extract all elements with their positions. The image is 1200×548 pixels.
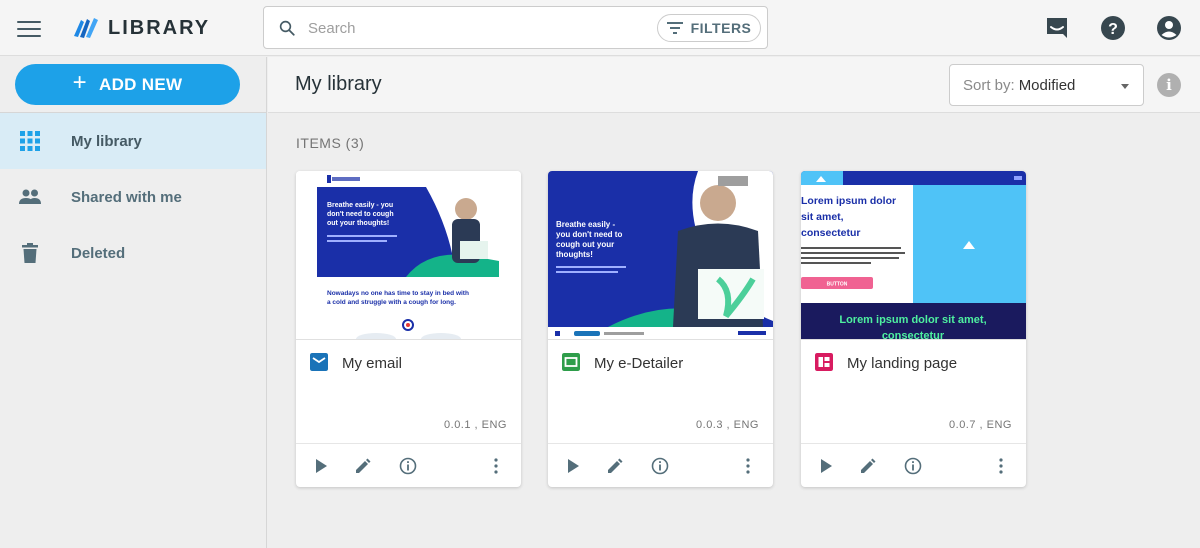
svg-text:?: ? xyxy=(1108,21,1118,38)
search-icon[interactable] xyxy=(278,19,296,37)
edetailer-preview-image: Breathe easily - you don't need to cough… xyxy=(548,171,773,339)
sidebar-item-shared-with-me[interactable]: Shared with me xyxy=(0,169,266,225)
info-icon[interactable] xyxy=(399,457,417,475)
card-title: My email xyxy=(342,355,403,372)
edit-icon[interactable] xyxy=(859,457,877,475)
card-title: My landing page xyxy=(847,355,958,372)
library-logo-icon xyxy=(74,18,98,38)
svg-text:sit amet,: sit amet, xyxy=(801,211,844,223)
messages-icon[interactable] xyxy=(1044,15,1070,41)
chevron-down-icon xyxy=(1121,84,1129,89)
email-icon xyxy=(310,353,328,371)
sidebar-item-label: Deleted xyxy=(71,244,126,262)
sidebar-item-deleted[interactable]: Deleted xyxy=(0,225,266,281)
svg-text:Lorem ipsum dolor sit amet,: Lorem ipsum dolor sit amet, xyxy=(839,314,986,326)
main-header: My library Sort by: Modified i xyxy=(268,57,1200,113)
card-title: My e-Detailer xyxy=(594,355,684,372)
edit-icon[interactable] xyxy=(606,457,624,475)
svg-text:thoughts!: thoughts! xyxy=(556,250,593,259)
landing-page-icon xyxy=(815,353,833,371)
svg-text:out your thoughts!: out your thoughts! xyxy=(327,220,389,227)
svg-text:Lorem ipsum dolor: Lorem ipsum dolor xyxy=(801,195,896,207)
trash-icon xyxy=(22,243,38,263)
card-version-language: 0.0.7 , ENG xyxy=(949,419,1012,431)
library-card-landing-page[interactable]: Lorem ipsum dolor sit amet, consectetur … xyxy=(801,171,1026,487)
more-vert-icon[interactable] xyxy=(739,457,757,475)
filters-label: FILTERS xyxy=(690,20,752,36)
library-card-edetailer[interactable]: Breathe easily - you don't need to cough… xyxy=(548,171,773,487)
play-icon[interactable] xyxy=(817,457,835,475)
page-title: My library xyxy=(295,73,382,95)
play-icon[interactable] xyxy=(564,457,582,475)
info-icon[interactable]: i xyxy=(1157,73,1181,97)
sort-label: Sort by: xyxy=(963,76,1015,94)
app-logo[interactable]: LIBRARY xyxy=(72,14,210,42)
card-actions xyxy=(548,443,773,487)
library-card-email[interactable]: Breathe easily - you don't need to cough… xyxy=(296,171,521,487)
filters-button[interactable]: FILTERS xyxy=(657,14,761,42)
svg-text:a cold and struggle with a cou: a cold and struggle with a cough for lon… xyxy=(327,299,456,306)
card-version-language: 0.0.1 , ENG xyxy=(444,419,507,431)
email-preview-image: Breathe easily - you don't need to cough… xyxy=(296,171,521,339)
svg-text:Breathe easily - you: Breathe easily - you xyxy=(327,202,393,209)
edetailer-icon xyxy=(562,353,580,371)
card-actions xyxy=(296,443,521,487)
svg-text:consectetur: consectetur xyxy=(882,330,945,340)
sidebar: + ADD NEW My library Shared with me Dele… xyxy=(0,57,267,548)
play-icon[interactable] xyxy=(312,457,330,475)
info-icon[interactable] xyxy=(904,457,922,475)
svg-text:Nowadays no one has time to st: Nowadays no one has time to stay in bed … xyxy=(327,290,469,297)
app-title: LIBRARY xyxy=(108,16,211,39)
sort-dropdown[interactable]: Sort by: Modified xyxy=(949,64,1144,106)
filter-icon xyxy=(666,22,683,34)
card-version-language: 0.0.3 , ENG xyxy=(696,419,759,431)
svg-text:consectetur: consectetur xyxy=(801,227,861,239)
sidebar-item-my-library[interactable]: My library xyxy=(0,113,266,169)
search-bar: FILTERS xyxy=(263,6,768,49)
svg-text:don't need to cough: don't need to cough xyxy=(327,211,394,218)
plus-icon: + xyxy=(72,69,87,96)
add-new-label: ADD NEW xyxy=(99,74,183,94)
sidebar-item-label: My library xyxy=(71,132,142,150)
svg-text:Breathe easily -: Breathe easily - xyxy=(556,220,615,229)
people-icon xyxy=(19,189,41,204)
sort-value: Modified xyxy=(1018,76,1076,94)
edit-icon[interactable] xyxy=(354,457,372,475)
svg-text:you don't need to: you don't need to xyxy=(556,230,622,239)
sidebar-item-label: Shared with me xyxy=(71,188,182,206)
info-icon[interactable] xyxy=(651,457,669,475)
items-count: ITEMS (3) xyxy=(296,135,365,151)
help-icon[interactable]: ? xyxy=(1100,15,1126,41)
card-thumbnail: Breathe easily - you don't need to cough… xyxy=(548,171,773,340)
account-icon[interactable] xyxy=(1156,15,1182,41)
grid-icon xyxy=(20,131,40,151)
more-vert-icon[interactable] xyxy=(992,457,1010,475)
card-thumbnail: Lorem ipsum dolor sit amet, consectetur … xyxy=(801,171,1026,340)
card-actions xyxy=(801,443,1026,487)
top-bar: LIBRARY FILTERS ? xyxy=(0,0,1200,56)
menu-icon[interactable] xyxy=(17,18,41,38)
more-vert-icon[interactable] xyxy=(487,457,505,475)
svg-text:BUTTON: BUTTON xyxy=(827,282,848,288)
card-thumbnail: Breathe easily - you don't need to cough… xyxy=(296,171,521,340)
svg-text:cough out your: cough out your xyxy=(556,240,614,249)
landing-page-preview-image: Lorem ipsum dolor sit amet, consectetur … xyxy=(801,171,1026,340)
add-new-button[interactable]: + ADD NEW xyxy=(15,64,240,105)
search-input[interactable] xyxy=(308,17,648,39)
